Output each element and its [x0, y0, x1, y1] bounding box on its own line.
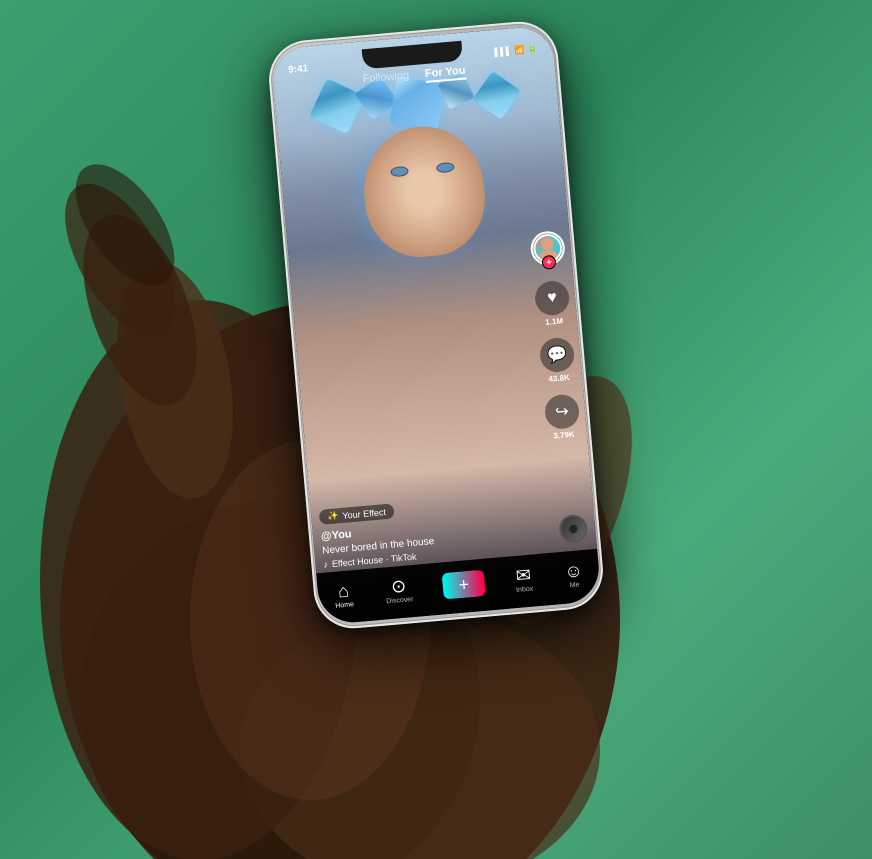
discover-label: Discover: [386, 596, 414, 605]
wifi-icon: 📶: [514, 45, 525, 55]
phone-frame-wrapper: 9:41 ▌▌▌ 📶 🔋 Following For You: [266, 18, 606, 631]
home-label: Home: [335, 601, 354, 610]
add-button[interactable]: +: [444, 570, 484, 599]
music-note-icon: ♪: [323, 559, 328, 569]
like-action[interactable]: ♥ 1.1M: [534, 280, 572, 328]
share-icon: ↪: [544, 393, 581, 430]
comment-action[interactable]: 💬 43.8K: [539, 337, 577, 385]
phone-frame: 9:41 ▌▌▌ 📶 🔋 Following For You: [266, 18, 606, 631]
effect-badge[interactable]: ✨ Your Effect: [319, 503, 395, 524]
share-action[interactable]: ↪ 3.79K: [544, 393, 582, 441]
nav-add[interactable]: +: [444, 570, 484, 599]
me-label: Me: [570, 581, 580, 589]
status-icons: ▌▌▌ 📶 🔋: [494, 44, 538, 57]
effect-emoji: ✨: [327, 510, 339, 522]
follow-plus-badge: +: [541, 255, 556, 270]
inbox-label: Inbox: [516, 585, 534, 593]
scene: 9:41 ▌▌▌ 📶 🔋 Following For You: [0, 0, 872, 859]
comment-icon: 💬: [539, 337, 576, 374]
avatar-container: +: [529, 230, 566, 267]
add-icon: +: [458, 574, 470, 596]
inbox-icon: ✉: [515, 565, 532, 584]
nav-me[interactable]: ☺ Me: [563, 561, 584, 590]
battery-icon: 🔋: [527, 44, 538, 54]
like-count: 1.1M: [545, 316, 564, 327]
nav-home[interactable]: ⌂ Home: [333, 581, 354, 610]
like-icon: ♥: [534, 280, 571, 317]
signal-icon: ▌▌▌: [494, 46, 512, 56]
share-count: 3.79K: [553, 430, 575, 441]
effect-label: Your Effect: [342, 507, 386, 521]
nav-discover[interactable]: ⊙ Discover: [384, 576, 413, 605]
comment-count: 43.8K: [548, 373, 570, 384]
crystal-5: [472, 71, 521, 120]
creator-avatar-item[interactable]: +: [529, 230, 566, 271]
person-eye-right: [436, 162, 455, 174]
discover-icon: ⊙: [390, 576, 407, 595]
home-icon: ⌂: [337, 581, 349, 600]
nav-inbox[interactable]: ✉ Inbox: [514, 565, 533, 593]
profile-icon: ☺: [563, 561, 583, 581]
person-eye-left: [390, 166, 409, 178]
status-time: 9:41: [288, 63, 309, 76]
phone-screen: 9:41 ▌▌▌ 📶 🔋 Following For You: [270, 25, 601, 625]
